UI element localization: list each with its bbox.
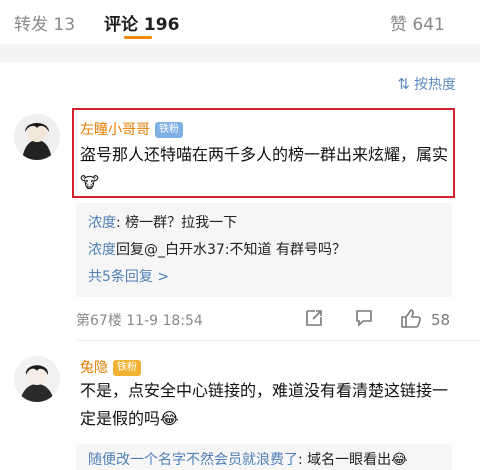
reply-author[interactable]: 浓度 [88, 242, 116, 258]
comment-tabs: 转发 13 评论 196 赞 641 [0, 0, 480, 44]
reply-list[interactable]: 浓度: 榜一群？拉我一下 浓度回复@_白开水37:不知道 有群号吗？ 共5条回复… [76, 203, 452, 297]
reply-list[interactable]: 随便改一个名字不然会员就浪费了: 域名一眼看出😂 [76, 444, 452, 470]
reply-text: : 榜一群？拉我一下 [116, 215, 238, 231]
emoji: 😂 [160, 409, 179, 428]
comment-text: 不是，点安全中心链接的，难道没有看清楚这链接一 定是假的吗😂 [80, 377, 460, 433]
comment-meta: 第67楼 11-9 18:54 [76, 313, 203, 329]
avatar[interactable] [14, 114, 60, 160]
tab-comments[interactable]: 评论 196 [104, 10, 179, 35]
comment-author[interactable]: 兔隐 铁粉 [80, 357, 141, 377]
comment-body-line1: 不是，点安全中心链接的，难道没有看清楚这链接一 [80, 381, 449, 400]
sort-button[interactable]: ⇅ 按热度 [397, 74, 456, 94]
highlight-box [72, 108, 455, 198]
sort-icon: ⇅ [397, 75, 410, 93]
list-item[interactable]: 浓度: 榜一群？拉我一下 [88, 212, 237, 232]
comment-body-line2: 定是假的吗 [80, 409, 161, 428]
fan-badge: 铁粉 [113, 360, 141, 376]
tab-likes[interactable]: 赞 641 [390, 10, 445, 35]
active-tab-indicator [124, 36, 152, 39]
section-divider [0, 44, 480, 62]
tab-repost[interactable]: 转发 13 [14, 10, 75, 35]
sort-label: 按热度 [414, 77, 456, 93]
comment-icon[interactable] [354, 308, 374, 333]
list-item[interactable]: 浓度回复@_白开水37:不知道 有群号吗？ [88, 239, 346, 259]
emoji: 😂 [391, 452, 408, 468]
more-replies-link[interactable]: 共5条回复 > [88, 266, 169, 286]
reply-author[interactable]: 随便改一个名字不然会员就浪费了 [88, 452, 298, 468]
like-count: 58 [431, 311, 451, 329]
author-name: 兔隐 [80, 360, 108, 376]
list-item[interactable]: 随便改一个名字不然会员就浪费了: 域名一眼看出😂 [88, 449, 408, 469]
reply-text: 回复@_白开水37:不知道 有群号吗？ [116, 242, 346, 258]
divider [76, 340, 480, 341]
reply-author[interactable]: 浓度 [88, 215, 116, 231]
avatar[interactable] [14, 356, 60, 402]
reply-text: : 域名一眼看出 [298, 452, 392, 468]
share-icon[interactable] [304, 308, 324, 333]
like-icon[interactable] [400, 308, 422, 333]
